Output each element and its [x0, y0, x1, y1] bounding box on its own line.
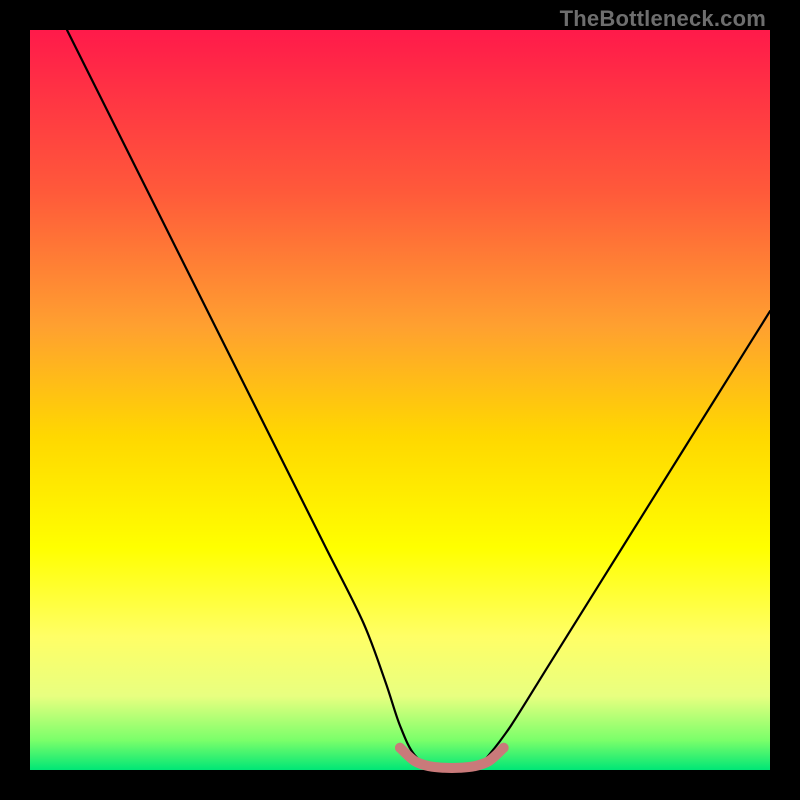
- ideal-zone-curve: [400, 748, 504, 768]
- ideal-zone-dot-left: [395, 743, 405, 753]
- ideal-zone-dot-right: [499, 743, 509, 753]
- plot-area: [30, 30, 770, 770]
- curve-layer: [30, 30, 770, 770]
- black-curve: [67, 30, 770, 771]
- chart-canvas: TheBottleneck.com: [0, 0, 800, 800]
- watermark: TheBottleneck.com: [560, 6, 766, 32]
